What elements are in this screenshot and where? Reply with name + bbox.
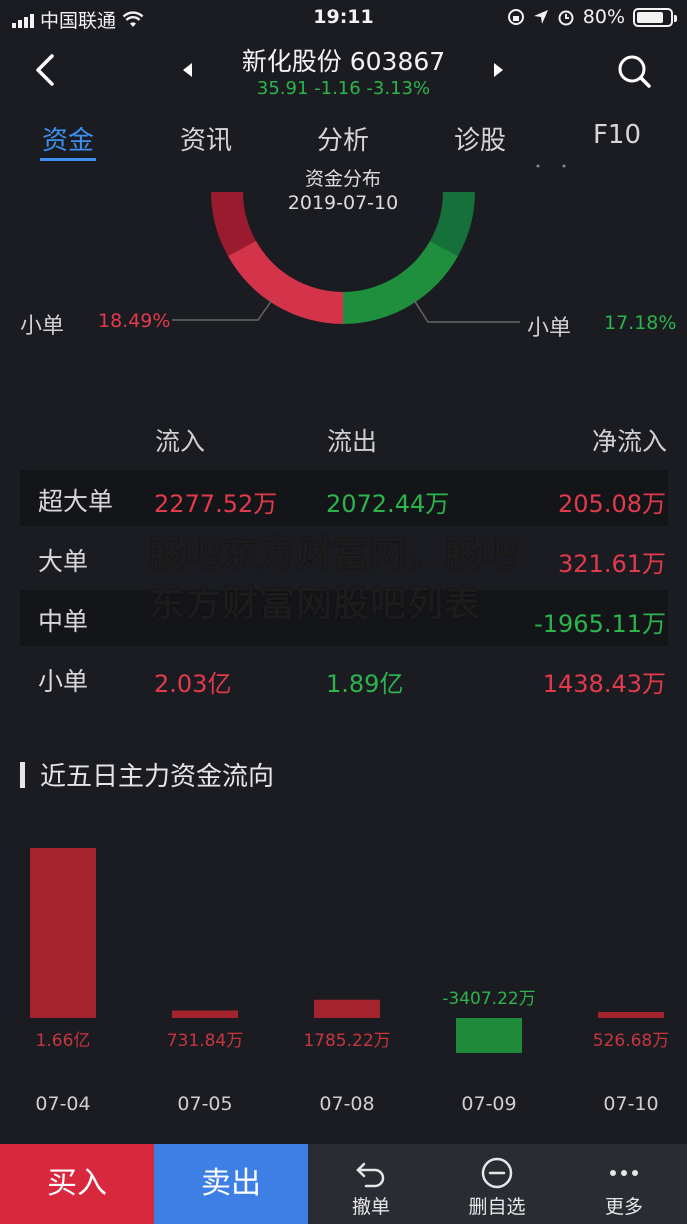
row-label: 超大单 [38, 487, 114, 516]
buy-button[interactable]: 买入 [0, 1144, 154, 1224]
alarm-icon [558, 10, 574, 26]
header-net: 净流入 [591, 427, 667, 456]
tab-analysis[interactable]: 分析 [288, 120, 398, 157]
flow-bar [598, 1012, 664, 1018]
remove-favorite-icon [481, 1157, 513, 1189]
stock-quote: 35.91 -1.16 -3.13% [256, 78, 431, 99]
flow-bar [172, 1010, 238, 1018]
row-label: 大单 [38, 547, 89, 576]
rotation-lock-icon [507, 9, 524, 25]
five-day-flow-chart: 1.66亿 07-04 731.84万 07-05 1785.22万 07-08 -3407… [30, 848, 669, 1115]
row-net: -1965.11万 [534, 610, 666, 638]
sell-button[interactable]: 卖出 [154, 1144, 308, 1224]
more-icon [610, 1170, 638, 1176]
left-legend-label: 小单 [20, 314, 65, 339]
donut-segment-green [343, 241, 458, 324]
row-outflow: 2072.44万 [326, 490, 450, 518]
donut-date: 2019-07-10 [287, 192, 399, 214]
tab-news[interactable]: 资讯 [151, 120, 261, 157]
left-leader-line [172, 299, 273, 321]
bar-value-label: 1785.22万 [303, 1031, 390, 1051]
donut-segment-red [228, 241, 343, 324]
right-legend-percent: 17.18% [604, 312, 677, 334]
x-tick-label: 07-05 [177, 1093, 232, 1115]
remove-favorite-button[interactable]: 删自选 [434, 1144, 560, 1224]
fund-distribution: 资金分布 2019-07-10 小单 18.49% 小单 17.18% [0, 164, 687, 374]
battery-percent: 80% [582, 6, 625, 28]
stock-title: 新化股份 603867 [241, 47, 446, 76]
x-tick-label: 07-09 [461, 1093, 516, 1115]
undo-icon [356, 1162, 385, 1188]
watermark-overlay: 股吧东方财富网，股吧东方财富网股吧列表 [148, 534, 519, 625]
status-bar: 中国联通 19:11 80% [0, 0, 687, 36]
row-label: 中单 [38, 607, 89, 636]
tab-bar: 资金 资讯 分析 诊股 F10 [0, 112, 687, 164]
flow-row-small: 小单 2.03亿 1.89亿 1438.43万 [20, 650, 668, 706]
tab-f10[interactable]: F10 [562, 120, 672, 150]
location-icon [533, 10, 548, 24]
row-net: 205.08万 [558, 490, 666, 518]
header-outflow: 流出 [327, 427, 378, 456]
battery-icon [633, 7, 677, 27]
remove-favorite-label: 删自选 [468, 1196, 526, 1218]
cancel-order-button[interactable]: 撤单 [308, 1144, 434, 1224]
tab-diagnosis[interactable]: 诊股 [425, 120, 535, 157]
status-right: 80% [507, 6, 677, 28]
more-label: 更多 [604, 1196, 643, 1218]
row-inflow: 2.03亿 [154, 670, 232, 698]
active-tab-indicator [40, 158, 96, 161]
x-tick-label: 07-08 [319, 1093, 374, 1115]
left-legend-percent: 18.49% [98, 310, 171, 332]
flow-bar [314, 999, 380, 1018]
bar-value-label: 1.66亿 [36, 1031, 91, 1051]
row-net: 321.61万 [558, 550, 666, 578]
row-outflow: 1.89亿 [326, 670, 404, 698]
cancel-order-label: 撤单 [351, 1196, 390, 1218]
row-label: 小单 [38, 667, 89, 696]
row-net: 1438.43万 [542, 670, 666, 698]
section-title: 近五日主力资金流向 [40, 762, 275, 792]
right-leader-line [413, 299, 520, 323]
bar-value-label: 526.68万 [593, 1031, 669, 1051]
bottom-action-bar: 买入 卖出 撤单 删自选 更多 [0, 1144, 687, 1224]
flow-bar [456, 1018, 522, 1053]
x-tick-label: 07-10 [603, 1093, 658, 1115]
section-marker [20, 762, 25, 788]
right-legend-label: 小单 [527, 316, 572, 341]
tab-fund[interactable]: 资金 [13, 120, 123, 157]
flow-bar [30, 848, 96, 1018]
next-stock-icon[interactable] [488, 60, 508, 80]
bar-value-label: -3407.22万 [442, 989, 535, 1009]
bar-value-label: 731.84万 [167, 1031, 243, 1051]
header-inflow: 流入 [155, 427, 206, 456]
row-inflow: 2277.52万 [154, 490, 278, 518]
nav-bar: 新化股份 603867 35.91 -1.16 -3.13% [0, 36, 687, 108]
more-button[interactable]: 更多 [561, 1144, 687, 1224]
donut-title: 资金分布 [304, 168, 381, 190]
search-icon[interactable] [615, 52, 653, 90]
flow-row-super-large: 超大单 2277.52万 2072.44万 205.08万 [20, 470, 668, 526]
x-tick-label: 07-04 [35, 1093, 90, 1115]
